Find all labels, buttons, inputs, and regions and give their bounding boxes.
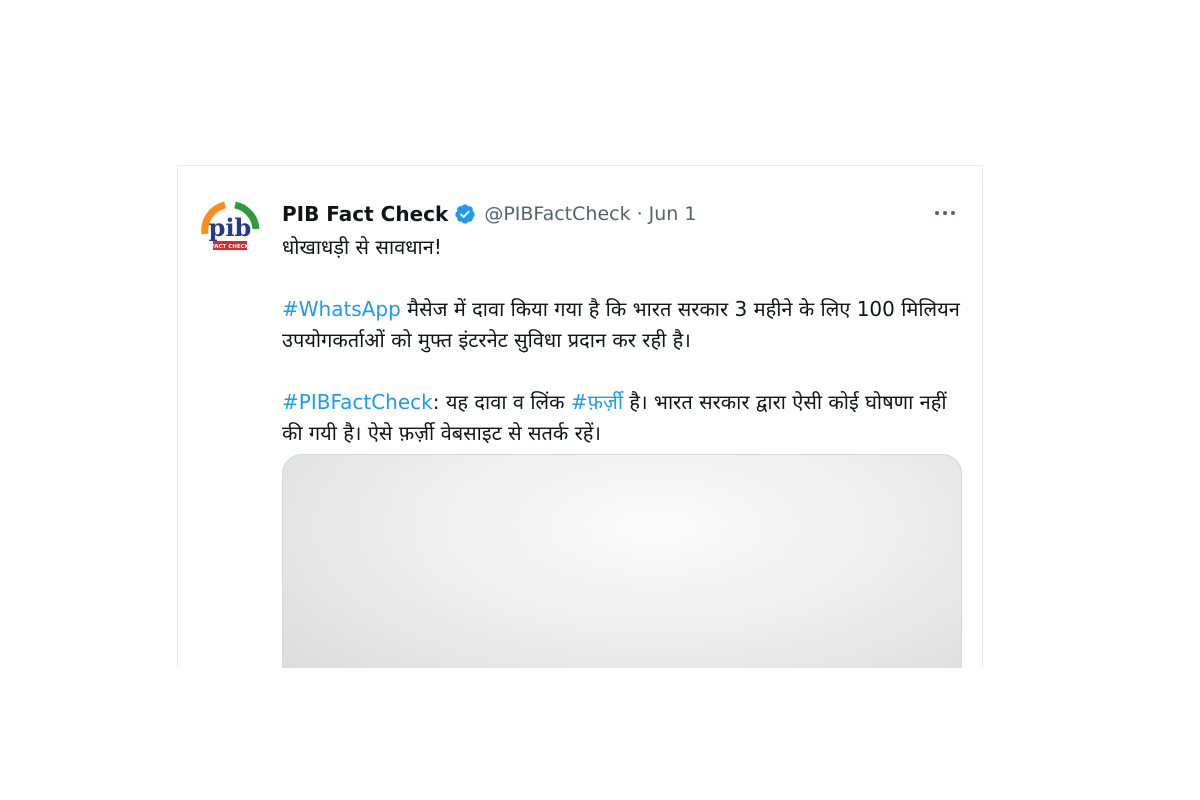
separator-dot: · [636,203,643,225]
tweet-media-image[interactable] [282,454,962,668]
author-name[interactable]: PIB Fact Check [282,202,448,226]
more-options-button[interactable] [930,203,960,223]
tweet-date[interactable]: Jun 1 [649,203,697,225]
tweet-headline: धोखाधड़ी से सावधान! [282,235,442,259]
tweet-text: धोखाधड़ी से सावधान! #WhatsApp मैसेज में … [282,232,962,449]
verified-badge-icon [455,204,475,224]
avatar-logo-subtext: FACT CHECK [211,244,250,250]
avatar-logo-text: pib [209,213,252,242]
tweet-card[interactable]: pib FACT CHECK PIB Fact Check @PIBFactCh… [177,165,983,668]
paragraph-2-text-a: : यह दावा व लिंक [432,390,571,414]
more-dot [951,211,955,215]
hashtag-whatsapp-link[interactable]: #WhatsApp [282,297,401,321]
author-handle[interactable]: @PIBFactCheck [484,203,630,225]
avatar[interactable]: pib FACT CHECK [195,196,265,266]
more-dot [943,211,947,215]
tweet-paragraph-2: #PIBFactCheck: यह दावा व लिंक #फ़र्ज़ी ह… [282,387,962,449]
tweet-header: PIB Fact Check @PIBFactCheck · Jun 1 [282,199,696,229]
pib-logo-icon: pib FACT CHECK [195,196,265,266]
tweet-paragraph-1: #WhatsApp मैसेज में दावा किया गया है कि … [282,294,962,356]
hashtag-farzi-link[interactable]: #फ़र्ज़ी [571,390,623,414]
more-horizontal-icon [935,211,939,215]
hashtag-pibfactcheck-link[interactable]: #PIBFactCheck [282,390,433,414]
